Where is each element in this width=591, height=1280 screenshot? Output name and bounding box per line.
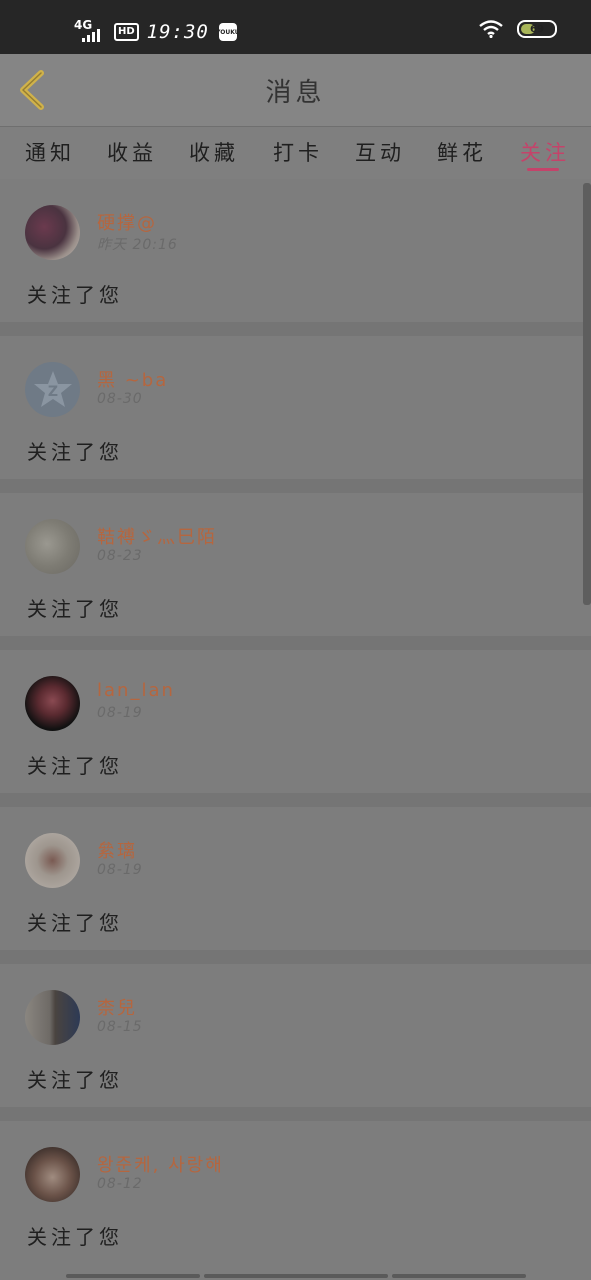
tab-notifications[interactable]: 通知 <box>25 137 75 167</box>
tab-flowers[interactable]: 鲜花 <box>437 137 487 167</box>
timestamp: 08-23 <box>97 548 143 564</box>
timestamp: 08-12 <box>97 1176 143 1192</box>
message-text: 关注了您 <box>27 1068 123 1092</box>
status-time: 19:30 <box>146 21 209 43</box>
timestamp: 08-15 <box>97 1019 143 1035</box>
app-header: 消息 <box>0 54 591 126</box>
page-title: 消息 <box>265 78 326 108</box>
hd-badge: HD <box>114 23 139 41</box>
username[interactable]: 鞊禣ゞ灬巳陌 <box>97 523 217 549</box>
username[interactable]: lan_lan <box>97 680 175 701</box>
list-item[interactable]: lan_lan 08-19 关注了您 <box>0 650 591 793</box>
divider <box>0 950 591 964</box>
message-text: 关注了您 <box>27 597 123 621</box>
username[interactable]: 柰兒 <box>97 994 137 1020</box>
divider <box>0 1107 591 1121</box>
avatar[interactable] <box>25 990 80 1045</box>
username[interactable]: 왕준케, 사랑해 <box>97 1151 224 1177</box>
timestamp: 昨天 20:16 <box>97 237 178 253</box>
avatar[interactable] <box>25 519 80 574</box>
avatar[interactable] <box>25 205 80 260</box>
status-bar: 4G HD 19:30 YOUKU 69 <box>0 0 591 54</box>
username[interactable]: 硬撑@ <box>97 209 157 235</box>
wifi-icon <box>479 20 503 38</box>
list-item[interactable]: 왕준케, 사랑해 08-12 关注了您 <box>0 1121 591 1264</box>
timestamp: 08-19 <box>97 705 143 721</box>
default-avatar-star-icon: Z <box>33 370 72 407</box>
avatar[interactable] <box>25 676 80 731</box>
divider <box>0 636 591 650</box>
timestamp: 08-19 <box>97 862 143 878</box>
list-item[interactable]: 絫璃 08-19 关注了您 <box>0 807 591 950</box>
list-item[interactable]: 硬撑@ 昨天 20:16 关注了您 <box>0 179 591 322</box>
tab-follows[interactable]: 关注 <box>520 137 570 167</box>
list-item[interactable]: 柰兒 08-15 关注了您 <box>0 964 591 1107</box>
message-text: 关注了您 <box>27 754 123 778</box>
youku-notification-icon: YOUKU <box>216 23 240 41</box>
svg-text:Z: Z <box>47 384 57 400</box>
divider <box>0 322 591 336</box>
avatar[interactable] <box>25 833 80 888</box>
list-item[interactable]: 鞊禣ゞ灬巳陌 08-23 关注了您 <box>0 493 591 636</box>
timestamp: 08-30 <box>97 391 143 407</box>
username[interactable]: 絫璃 <box>97 837 137 863</box>
avatar[interactable] <box>25 1147 80 1202</box>
message-text: 关注了您 <box>27 1225 123 1249</box>
message-tabs: 通知 收益 收藏 打卡 互动 鲜花 关注 <box>0 126 591 180</box>
tab-earnings[interactable]: 收益 <box>107 137 157 167</box>
active-tab-indicator <box>527 168 559 171</box>
battery-icon: 69 <box>517 20 557 38</box>
divider <box>0 793 591 807</box>
message-text: 关注了您 <box>27 911 123 935</box>
scrollbar[interactable] <box>583 183 591 605</box>
cellular-signal-icon: 4G <box>74 18 104 44</box>
divider <box>0 479 591 493</box>
username[interactable]: 黑 ~ba <box>97 366 168 392</box>
tab-interactions[interactable]: 互动 <box>355 137 405 167</box>
bottom-edge <box>0 1274 591 1280</box>
message-text: 关注了您 <box>27 283 123 307</box>
avatar[interactable]: Z <box>25 362 80 417</box>
tab-favorites[interactable]: 收藏 <box>189 137 239 167</box>
tab-checkin[interactable]: 打卡 <box>273 137 323 167</box>
list-item[interactable]: Z 黑 ~ba 08-30 关注了您 <box>0 336 591 479</box>
message-text: 关注了您 <box>27 440 123 464</box>
